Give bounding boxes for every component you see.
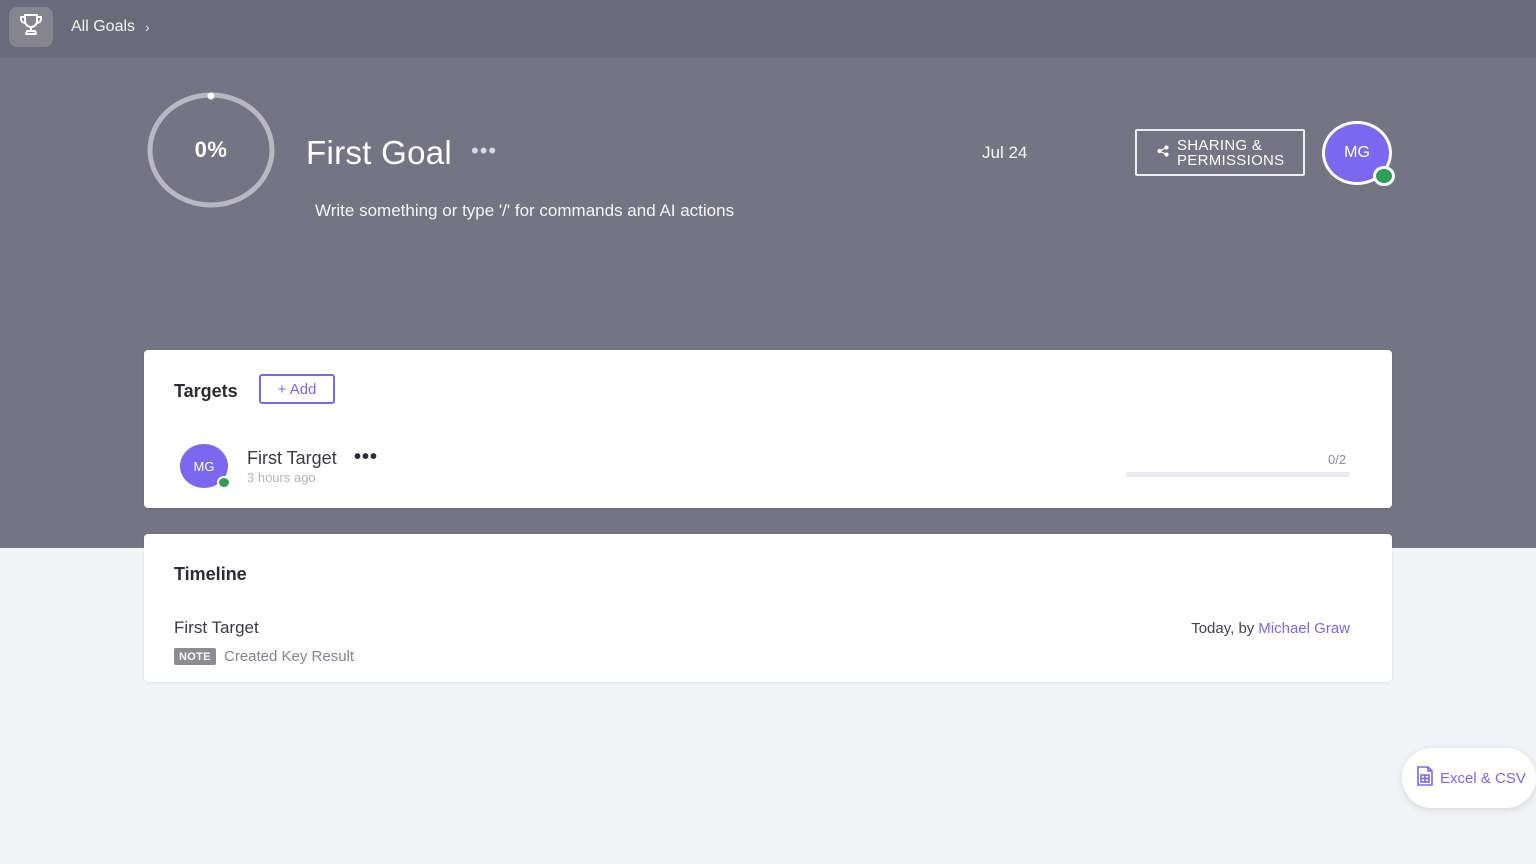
- breadcrumb[interactable]: All Goals ›: [71, 18, 150, 36]
- goal-due-date[interactable]: Jul 24: [982, 143, 1027, 163]
- sharing-permissions-button[interactable]: SHARING & PERMISSIONS: [1135, 129, 1305, 176]
- timeline-heading: Timeline: [174, 564, 247, 584]
- timeline-card: Timeline First Target NOTE Created Key R…: [144, 534, 1392, 682]
- goal-description-input[interactable]: Write something or type '/' for commands…: [315, 201, 734, 221]
- target-name[interactable]: First Target: [247, 448, 337, 469]
- share-icon: [1157, 145, 1169, 160]
- note-badge: NOTE: [174, 648, 216, 665]
- more-options-icon[interactable]: •••: [471, 138, 497, 164]
- timeline-entry-author-link[interactable]: Michael Graw: [1258, 620, 1350, 637]
- target-progress-count: 0/2: [1328, 452, 1347, 467]
- top-bar: All Goals ›: [0, 0, 1536, 58]
- goals-home-button[interactable]: [9, 7, 53, 47]
- share-label-line-2: PERMISSIONS: [1177, 151, 1285, 169]
- breadcrumb-all-goals[interactable]: All Goals: [71, 18, 135, 36]
- targets-heading: Targets: [174, 381, 238, 401]
- spreadsheet-icon: [1414, 765, 1436, 791]
- trophy-icon: [18, 13, 44, 42]
- sharing-permissions-label: SHARING & PERMISSIONS: [1177, 138, 1287, 168]
- timeline-entry-when: Today, by: [1191, 620, 1255, 637]
- target-more-options-icon[interactable]: •••: [354, 446, 378, 469]
- online-status-indicator: [1373, 166, 1395, 186]
- timeline-entry-title[interactable]: First Target: [174, 618, 259, 638]
- add-target-button[interactable]: + Add: [259, 374, 335, 404]
- online-status-indicator: [217, 476, 231, 489]
- goal-progress-percent: 0%: [194, 137, 228, 162]
- target-updated-time: 3 hours ago: [247, 470, 316, 485]
- chevron-right-icon: ›: [145, 19, 150, 35]
- targets-card: Targets + Add MG First Target ••• 3 hour…: [144, 350, 1392, 508]
- timeline-entry-action: Created Key Result: [224, 648, 355, 665]
- target-progress-bar: [1126, 472, 1350, 477]
- export-excel-csv-button[interactable]: Excel & CSV: [1402, 748, 1536, 808]
- timeline-entry-meta: Today, by Michael Graw: [1191, 620, 1350, 637]
- export-label: Excel & CSV: [1440, 769, 1526, 787]
- goal-title[interactable]: First Goal: [306, 134, 452, 172]
